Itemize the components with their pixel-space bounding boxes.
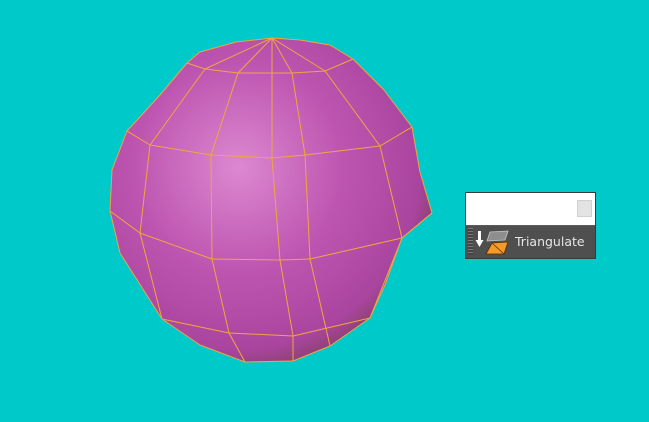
tool-panel: Triangulate	[465, 192, 596, 259]
triangulate-label: Triangulate	[515, 234, 585, 249]
triangulate-button[interactable]: Triangulate	[475, 227, 593, 256]
grip-handle[interactable]	[468, 228, 473, 255]
close-icon[interactable]	[577, 200, 592, 217]
3d-viewport[interactable]: Triangulate	[0, 0, 649, 422]
panel-header[interactable]	[466, 193, 595, 225]
tool-row: Triangulate	[466, 225, 595, 258]
triangulate-icon	[475, 230, 509, 255]
